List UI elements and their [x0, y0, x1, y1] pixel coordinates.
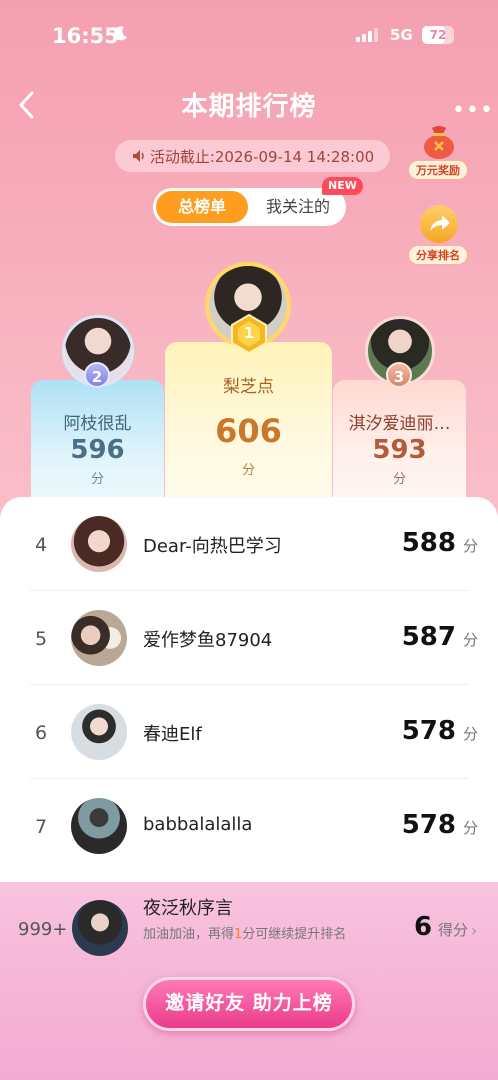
list-rank: 4	[34, 534, 48, 556]
list-rank: 6	[34, 722, 48, 744]
podium-third-unit: 分	[392, 472, 406, 487]
list-avatar	[71, 704, 127, 760]
share-icon	[420, 205, 458, 243]
my-rank-tip: 加油加油，再得1分可继续提升排名	[143, 927, 347, 942]
podium-third-score: 593	[372, 435, 427, 465]
chevron-right-icon: ›	[471, 921, 478, 940]
new-badge: NEW	[322, 177, 363, 195]
list-name: Dear-向热巴学习	[143, 536, 282, 557]
status-bar: 16:55 5G 72	[0, 0, 498, 70]
list-name: 爱作梦鱼87904	[143, 630, 273, 651]
share-label: 分享排名	[408, 245, 468, 265]
signal-icon	[356, 28, 378, 42]
podium-second-unit: 分	[90, 472, 104, 487]
my-score: 6	[414, 912, 433, 942]
activity-deadline: 活动截止:2026-09-14 14:28:00	[115, 140, 390, 172]
medal-second: 2	[84, 362, 110, 388]
reward-button[interactable]: 万元奖励	[406, 120, 470, 184]
list-unit: 分	[463, 725, 479, 743]
speaker-icon	[132, 150, 144, 162]
podium-first-unit: 分	[241, 463, 255, 478]
tab-switcher: 总榜单 我关注的	[153, 188, 346, 226]
medal-third: 3	[386, 362, 412, 388]
podium-first[interactable]: 梨芝点 606 分	[165, 342, 332, 505]
list-item[interactable]: 4 Dear-向热巴学习 588 分	[0, 497, 498, 591]
list-score: 578	[401, 810, 456, 840]
podium-third-name: 淇汐爱迪丽…	[348, 414, 451, 434]
page-title: 本期排行榜	[181, 92, 317, 122]
list-unit: 分	[463, 819, 479, 837]
list-avatar	[71, 610, 127, 666]
tab-following[interactable]: 我关注的	[253, 191, 343, 223]
list-unit: 分	[463, 537, 479, 555]
podium-first-score: 606	[215, 412, 282, 450]
list-rank: 5	[34, 628, 48, 650]
podium-second[interactable]: 阿枝很乱 596 分	[31, 380, 164, 505]
podium-third[interactable]: 淇汐爱迪丽… 593 分	[333, 380, 466, 505]
battery-icon: 72	[422, 26, 454, 44]
list-rank: 7	[34, 816, 48, 838]
list-avatar	[71, 798, 127, 854]
invite-friends-button[interactable]: 邀请好友 助力上榜	[143, 977, 355, 1031]
deadline-text: 活动截止:2026-09-14 14:28:00	[149, 147, 375, 166]
my-rank: 999+	[18, 919, 68, 940]
list-name: 春迪Elf	[143, 724, 202, 745]
list-item[interactable]: 6 春迪Elf 578 分	[0, 685, 498, 779]
my-name: 夜泛秋序言	[143, 898, 233, 919]
list-item[interactable]: 7 babbalalalla 578 分	[0, 779, 498, 873]
list-item[interactable]: 5 爱作梦鱼87904 587 分	[0, 591, 498, 685]
medal-first: 1	[243, 324, 255, 342]
my-avatar	[72, 900, 128, 956]
list-name: babbalalalla	[143, 814, 253, 835]
moon-icon	[114, 26, 127, 41]
reward-label: 万元奖励	[408, 160, 468, 180]
status-time: 16:55	[52, 24, 119, 48]
battery-level: 72	[429, 28, 447, 42]
podium-first-name: 梨芝点	[223, 377, 274, 397]
list-avatar	[71, 516, 127, 572]
rank-list: 4 Dear-向热巴学习 588 分 5 爱作梦鱼87904 587 分 6 春…	[0, 497, 498, 897]
list-score: 578	[401, 716, 456, 746]
list-score: 587	[401, 622, 456, 652]
money-bag-icon	[424, 126, 454, 159]
share-rank-button[interactable]: 分享排名	[406, 205, 470, 267]
network-type: 5G	[390, 26, 413, 44]
my-score-unit: 得分	[438, 921, 469, 939]
list-score: 588	[401, 528, 456, 558]
podium-second-name: 阿枝很乱	[63, 414, 132, 434]
podium-second-score: 596	[70, 435, 125, 465]
list-unit: 分	[463, 631, 479, 649]
tab-overall[interactable]: 总榜单	[156, 191, 248, 223]
